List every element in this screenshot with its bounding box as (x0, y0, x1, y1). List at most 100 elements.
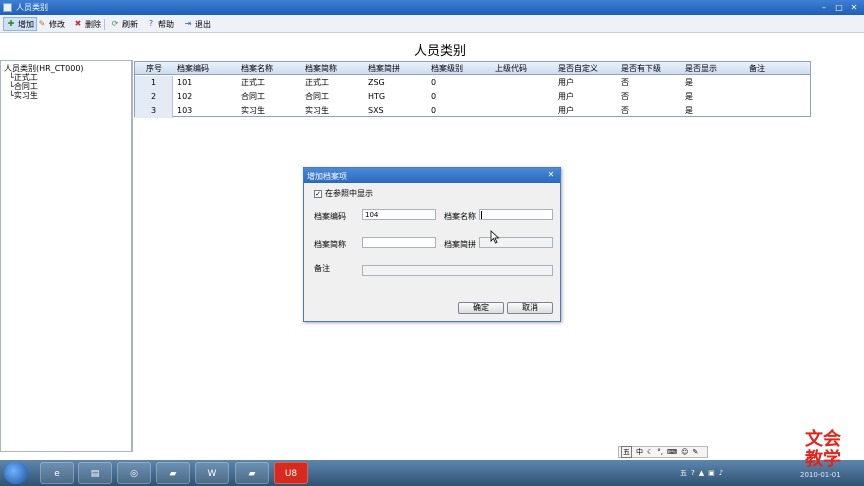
column-header[interactable]: 备注 (749, 62, 809, 75)
delete-icon: ✖ (74, 19, 82, 28)
column-header[interactable]: 档案简称 (305, 62, 365, 75)
row-number: 1 (135, 76, 173, 90)
add-archive-dialog: 增加档案项 ✕ ✓ 在参照中显示 档案编码 档案名称 档案简称 档案简拼 备注 … (303, 167, 561, 322)
memo-label: 备注 (314, 264, 330, 273)
delete-button[interactable]: ✖ 删除 (73, 17, 101, 31)
table-row[interactable]: 2 102 合同工 合同工 HTG 0 用户 否 是 (135, 90, 810, 104)
punctuation-icon: °, (657, 448, 664, 456)
ime-toolbar[interactable]: 五 中 ☾ °, ⌨ ☺ ✎ (618, 446, 708, 458)
exit-icon: ⇥ (184, 19, 192, 28)
column-header[interactable]: 上级代码 (495, 62, 555, 75)
add-label: 增加 (18, 19, 34, 29)
table-cell: 103 (177, 106, 193, 115)
table-cell: 实习生 (305, 106, 329, 115)
table-cell: 是 (685, 92, 693, 101)
table-cell: HTG (368, 92, 386, 101)
app-icon (3, 3, 12, 12)
table-cell (495, 104, 555, 117)
column-header[interactable]: 档案级别 (431, 62, 491, 75)
system-tray: 五 ? ▲ ▣ ♪ (680, 464, 800, 482)
tray-help-icon[interactable]: ? (691, 469, 695, 477)
toolbar-separator (104, 19, 105, 30)
add-icon: ✚ (7, 19, 15, 28)
table-cell: 否 (621, 92, 629, 101)
table-cell: SXS (368, 106, 384, 115)
help-label: 帮助 (158, 19, 174, 29)
table-cell (749, 76, 809, 89)
tree-item-intern[interactable]: └实习生 (9, 90, 38, 101)
wps-icon[interactable]: W (195, 462, 229, 484)
table-cell: 用户 (558, 106, 574, 115)
archive-grid: 序号 档案编码 档案名称 档案简称 档案简拼 档案级别 上级代码 是否自定义 是… (134, 61, 811, 118)
maximize-button[interactable]: □ (833, 2, 845, 13)
dialog-titlebar[interactable]: 增加档案项 ✕ (304, 168, 560, 183)
column-header[interactable]: 序号 (135, 62, 173, 75)
file-explorer-icon[interactable]: ▤ (78, 462, 112, 484)
table-cell (495, 90, 555, 103)
wrench-icon: ✎ (692, 448, 699, 456)
taskbar-clock[interactable]: 2010-01-01 (800, 471, 841, 479)
column-header[interactable]: 是否显示 (685, 62, 745, 75)
code-input[interactable] (362, 209, 436, 220)
grid-header: 序号 档案编码 档案名称 档案简称 档案简拼 档案级别 上级代码 是否自定义 是… (135, 62, 810, 75)
abbreviation-label: 档案简称 (314, 240, 346, 249)
tray-volume-icon[interactable]: ♪ (719, 469, 723, 477)
edit-label: 修改 (49, 19, 65, 29)
refresh-icon: ⟳ (111, 19, 119, 28)
start-button[interactable] (4, 462, 28, 484)
ime-mode[interactable]: 中 (636, 447, 643, 457)
edit-button[interactable]: ✎ 修改 (37, 17, 65, 31)
name-input[interactable] (479, 209, 553, 220)
exit-button[interactable]: ⇥ 退出 (183, 17, 211, 31)
column-header[interactable]: 档案编码 (177, 62, 237, 75)
u8-app-icon[interactable]: U8 (274, 462, 308, 484)
moon-icon: ☾ (647, 448, 654, 456)
add-button[interactable]: ✚ 增加 (3, 17, 37, 31)
ok-button[interactable]: 确定 (458, 302, 504, 314)
name-label: 档案名称 (444, 212, 476, 221)
tray-network-icon[interactable]: ▣ (708, 469, 715, 477)
show-in-reference-label: 在参照中显示 (325, 189, 373, 198)
table-cell: 否 (621, 106, 629, 115)
column-header[interactable]: 是否自定义 (558, 62, 618, 75)
taskbar: e ▤ ◎ ▰ W ▰ U8 五 ? ▲ ▣ ♪ 2010-01-01 (0, 460, 864, 486)
column-header[interactable]: 是否有下级 (621, 62, 681, 75)
refresh-button[interactable]: ⟳ 刷新 (110, 17, 138, 31)
watermark-line: 教学 (805, 449, 841, 470)
row-number: 3 (135, 104, 173, 118)
tray-arrow-icon[interactable]: ▲ (699, 469, 704, 477)
dialog-close-icon[interactable]: ✕ (545, 170, 557, 179)
ie-browser-icon[interactable]: e (40, 462, 74, 484)
cancel-button[interactable]: 取消 (507, 302, 553, 314)
table-row[interactable]: 1 101 正式工 正式工 ZSG 0 用户 否 是 (135, 76, 810, 90)
exit-label: 退出 (195, 19, 211, 29)
table-cell: 0 (431, 92, 437, 101)
tray-ime-icon[interactable]: 五 (680, 468, 687, 478)
table-cell: ZSG (368, 78, 385, 87)
help-button[interactable]: ? 帮助 (146, 17, 174, 31)
table-cell (495, 76, 555, 89)
app-tablet-icon[interactable]: ▰ (156, 462, 190, 484)
column-header[interactable]: 档案名称 (241, 62, 301, 75)
app-dark-icon[interactable]: ▰ (235, 462, 269, 484)
table-cell: 0 (431, 106, 437, 115)
pinyin-label: 档案简拼 (444, 240, 476, 249)
table-cell (749, 104, 809, 117)
table-cell: 是 (685, 78, 693, 87)
abbreviation-input[interactable] (362, 237, 436, 248)
table-cell: 实习生 (241, 106, 265, 115)
table-cell: 101 (177, 78, 193, 87)
memo-input[interactable] (362, 265, 553, 276)
mouse-pointer-icon (490, 230, 500, 244)
column-header[interactable]: 档案简拼 (368, 62, 428, 75)
show-in-reference-checkbox[interactable]: ✓ 在参照中显示 (314, 188, 373, 199)
minimize-button[interactable]: – (818, 2, 830, 13)
pencil-icon: ✎ (38, 19, 46, 28)
table-cell: 合同工 (241, 92, 265, 101)
checkbox-check-icon: ✓ (314, 189, 322, 198)
browser-green-icon[interactable]: ◎ (117, 462, 151, 484)
table-cell (749, 90, 809, 103)
close-button[interactable]: ✕ (848, 2, 860, 13)
page-title: 人员类别 (413, 44, 466, 59)
table-row[interactable]: 3 103 实习生 实习生 SXS 0 用户 否 是 (135, 104, 810, 118)
